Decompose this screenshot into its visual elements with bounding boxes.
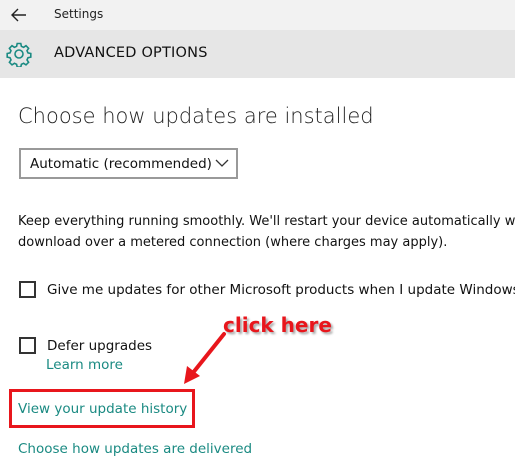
back-button[interactable] (8, 4, 30, 26)
annotation-text: click here (223, 313, 332, 337)
page-header: ADVANCED OPTIONS (0, 30, 515, 78)
page-title: ADVANCED OPTIONS (54, 45, 208, 61)
description-line-1: Keep everything running smoothly. We'll … (18, 214, 515, 229)
description-line-2: download over a metered connection (wher… (18, 235, 448, 250)
install-mode-value: Automatic (recommended) (30, 156, 212, 172)
gear-icon (6, 42, 32, 67)
defer-upgrades-row: Defer upgrades (19, 337, 152, 354)
update-history-link[interactable]: View your update history (18, 401, 187, 417)
defer-upgrades-label: Defer upgrades (47, 337, 153, 354)
learn-more-link[interactable]: Learn more (46, 357, 123, 373)
title-bar: Settings (0, 0, 515, 30)
other-products-checkbox[interactable] (19, 281, 36, 298)
annotation-arrow (184, 332, 226, 384)
defer-upgrades-checkbox[interactable] (19, 337, 36, 354)
window-title: Settings (54, 7, 104, 21)
other-products-row: Give me updates for other Microsoft prod… (19, 281, 515, 298)
other-products-label: Give me updates for other Microsoft prod… (47, 281, 515, 298)
section-title: Choose how updates are installed (18, 104, 374, 128)
update-description: Keep everything running smoothly. We'll … (18, 211, 515, 253)
back-arrow-icon (11, 8, 26, 22)
install-mode-dropdown[interactable]: Automatic (recommended) (19, 148, 238, 179)
delivery-options-link[interactable]: Choose how updates are delivered (18, 441, 252, 457)
chevron-down-icon (215, 159, 229, 167)
